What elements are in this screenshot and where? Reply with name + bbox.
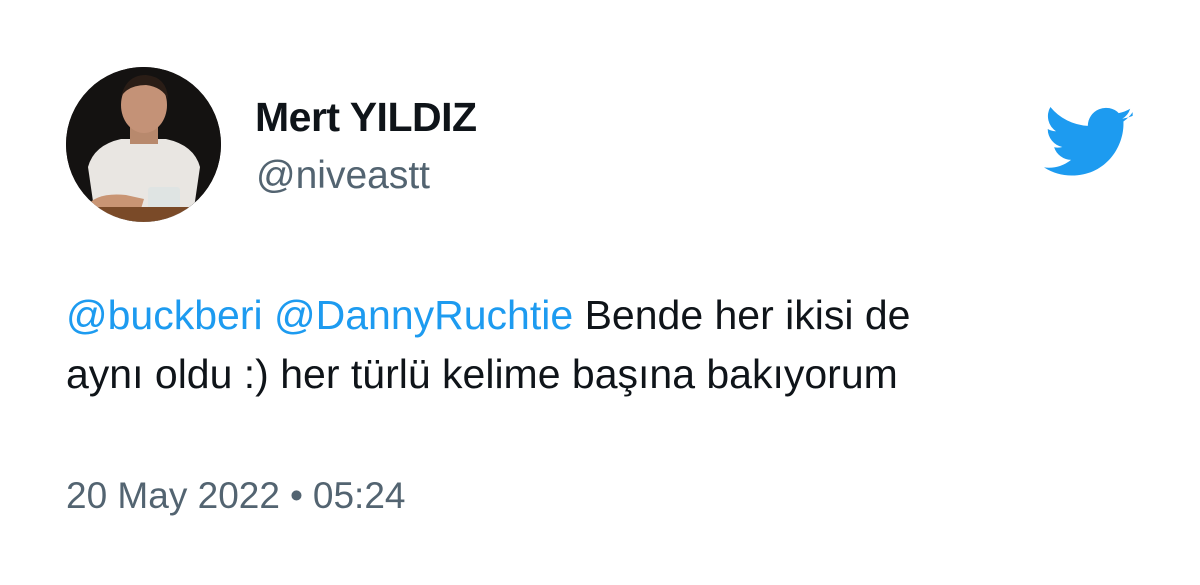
mention-link[interactable]: @buckberi: [66, 292, 263, 338]
mention-link[interactable]: @DannyRuchtie: [274, 292, 573, 338]
author-handle[interactable]: @niveastt: [256, 154, 430, 198]
author-name[interactable]: Mert YILDIZ: [255, 94, 477, 141]
twitter-bird-icon[interactable]: [1044, 107, 1134, 182]
meta-separator: •: [289, 475, 303, 516]
tweet-text: @buckberi @DannyRuchtie Bende her ikisi …: [66, 286, 1146, 404]
avatar-image: [66, 67, 221, 222]
tweet-body-line2: aynı oldu :) her türlü kelime başına bak…: [66, 351, 898, 397]
tweet-card: Mert YILDIZ @niveastt @buckberi @DannyRu…: [0, 0, 1200, 585]
tweet-body-line1: Bende her ikisi de: [584, 292, 911, 338]
tweet-time: 05:24: [312, 475, 406, 516]
author-avatar[interactable]: [66, 67, 221, 222]
tweet-timestamp[interactable]: 20 May 2022 • 05:24: [66, 475, 406, 517]
tweet-date: 20 May 2022: [66, 475, 280, 516]
